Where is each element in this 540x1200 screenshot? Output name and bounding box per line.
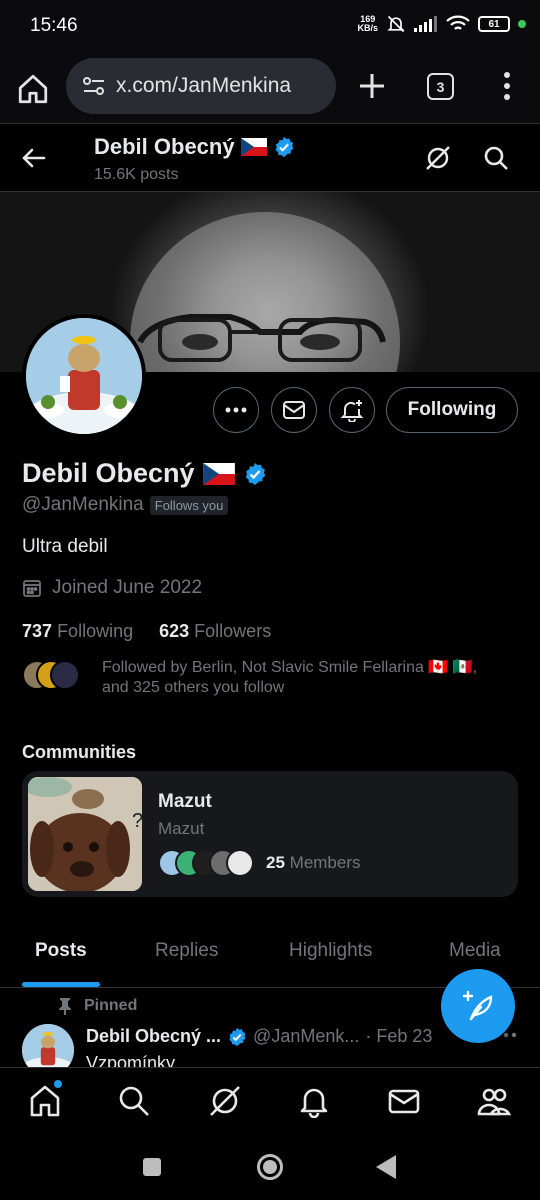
wifi-icon — [446, 15, 470, 30]
search-icon[interactable] — [117, 1084, 151, 1118]
followed-by[interactable]: Followed by Berlin, Not Slavic Smile Fel… — [22, 658, 522, 698]
community-card[interactable]: ? Mazut Mazut 25 Members — [22, 771, 518, 897]
compose-post-button[interactable] — [441, 969, 515, 1043]
mute-bell-icon — [387, 15, 405, 33]
tab-highlights[interactable]: Highlights — [289, 940, 372, 962]
header-name: Debil Obecný — [94, 134, 295, 160]
verified-badge-icon — [229, 1027, 246, 1046]
profile-bio: Ultra debil — [22, 536, 108, 557]
pin-icon — [59, 998, 71, 1015]
battery-indicator: 61 — [478, 16, 510, 32]
verified-badge-icon[interactable] — [243, 462, 267, 486]
message-icon — [283, 401, 305, 419]
status-bar: 15:46 169 KB/s 61 — [0, 0, 540, 52]
tab-posts[interactable]: Posts — [35, 940, 87, 962]
post-author-handle[interactable]: @JanMenk... — [253, 1026, 359, 1047]
profile-name: Debil Obecný — [22, 458, 267, 489]
status-time: 15:46 — [30, 15, 78, 36]
notification-plus-icon — [340, 400, 364, 422]
more-options-button[interactable] — [213, 387, 259, 433]
back-arrow-icon[interactable] — [20, 144, 48, 172]
header-posts-count: 15.6K posts — [94, 166, 179, 183]
more-vert-icon[interactable] — [494, 68, 520, 104]
more-horizontal-icon — [225, 407, 247, 413]
following-link[interactable]: 737 Following — [22, 621, 133, 642]
bell-icon[interactable] — [297, 1084, 331, 1118]
plus-icon[interactable] — [356, 70, 388, 102]
tab-replies[interactable]: Replies — [155, 940, 218, 962]
address-bar[interactable]: x.com/JanMenkina — [66, 58, 336, 114]
community-name: Mazut — [158, 791, 212, 812]
compose-feather-icon — [462, 990, 493, 1021]
svg-text:?: ? — [132, 810, 142, 832]
avatar — [50, 660, 80, 690]
post-author-name[interactable]: Debil Obecný ... — [86, 1026, 221, 1047]
avatar — [226, 849, 254, 877]
community-image: ? — [28, 777, 142, 891]
calendar-icon — [23, 580, 41, 597]
url-text: x.com/JanMenkina — [116, 74, 292, 97]
home-icon[interactable] — [16, 72, 50, 106]
followers-link[interactable]: 623 Followers — [159, 621, 271, 642]
recents-button[interactable] — [143, 1158, 161, 1176]
bottom-navigation — [0, 1067, 540, 1135]
privacy-dot — [518, 20, 526, 28]
grok-icon[interactable] — [208, 1084, 242, 1118]
followed-by-avatars — [22, 658, 84, 692]
signal-icon — [414, 16, 437, 32]
communities-icon[interactable] — [477, 1084, 511, 1118]
tab-media[interactable]: Media — [449, 940, 501, 962]
active-tab-indicator — [22, 982, 100, 987]
community-artwork: ? — [28, 777, 142, 891]
android-navigation-bar — [0, 1135, 540, 1200]
browser-toolbar: x.com/JanMenkina 3 — [0, 52, 540, 124]
community-members: 25 Members — [158, 847, 361, 879]
home-notification-dot — [54, 1080, 62, 1088]
member-avatars — [158, 847, 256, 879]
profile-avatar[interactable] — [22, 314, 146, 438]
grok-icon[interactable] — [424, 144, 452, 172]
communities-heading: Communities — [22, 742, 137, 762]
net-speed: 169 KB/s — [357, 14, 378, 33]
verified-badge-icon — [275, 136, 294, 158]
following-button[interactable]: Following — [386, 387, 518, 433]
avatar-image — [26, 318, 142, 434]
czech-flag-icon — [202, 462, 235, 485]
followed-by-text: Followed by Berlin, Not Slavic Smile Fel… — [102, 659, 478, 696]
post-date[interactable]: · Feb 23 — [365, 1026, 432, 1047]
community-subtitle: Mazut — [158, 819, 205, 838]
follows-you-badge: Follows you — [149, 495, 229, 515]
mail-icon[interactable] — [387, 1084, 421, 1118]
czech-flag-icon — [240, 138, 267, 156]
profile-handle: @JanMenkina Follows you — [22, 494, 229, 516]
search-icon[interactable] — [482, 144, 510, 172]
message-button[interactable] — [271, 387, 317, 433]
status-icons: 169 KB/s 61 — [357, 14, 526, 34]
member-count: 25 Members — [266, 853, 361, 872]
pinned-label: Pinned — [58, 997, 137, 1015]
follow-counts: 737 Following 623 Followers — [22, 621, 271, 642]
home-icon[interactable] — [28, 1084, 62, 1118]
site-settings-icon[interactable] — [82, 75, 106, 97]
android-back-button[interactable] — [376, 1155, 396, 1179]
post-header: Debil Obecný ... @JanMenk... · Feb 23 — [86, 1026, 432, 1047]
tabs-icon[interactable]: 3 — [427, 73, 454, 100]
profile-top-bar: Debil Obecný 15.6K posts — [0, 124, 540, 192]
joined-date: Joined June 2022 — [22, 577, 202, 599]
notifications-button[interactable] — [329, 387, 375, 433]
android-home-button[interactable] — [257, 1154, 283, 1180]
post-text: Vzpomínky — [86, 1053, 176, 1068]
